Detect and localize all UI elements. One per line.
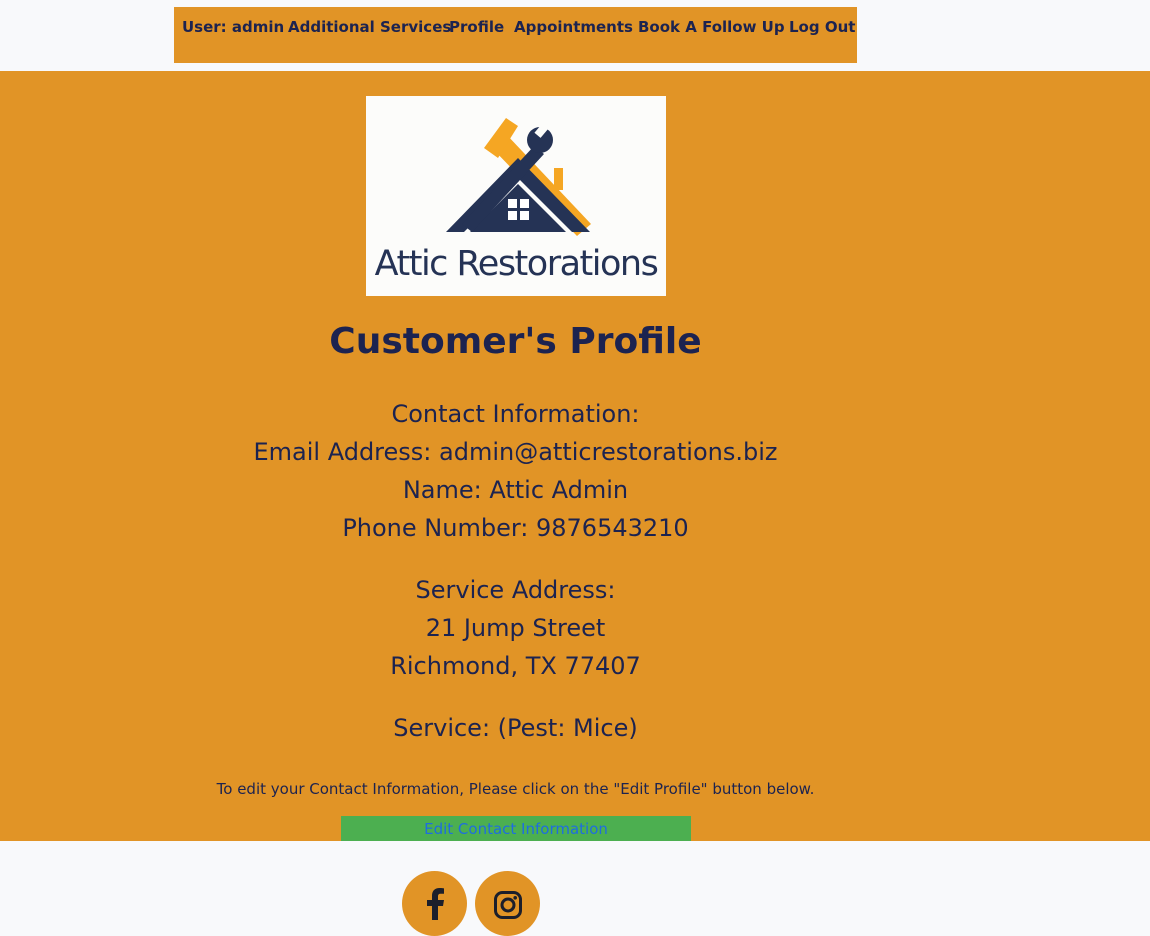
- logo-text: Attic Restorations: [374, 244, 659, 284]
- facebook-icon: [427, 888, 444, 920]
- nav-log-out[interactable]: Log Out: [789, 18, 855, 36]
- contact-heading: Contact Information:: [391, 400, 640, 428]
- edit-contact-information-button[interactable]: Edit Contact Information: [341, 816, 691, 841]
- house-hammer-wrench-logo-icon: [446, 118, 591, 236]
- nav-user[interactable]: User: admin: [182, 18, 284, 36]
- phone-number: Phone Number: 9876543210: [342, 514, 689, 542]
- page-title: Customer's Profile: [329, 321, 702, 362]
- nav-appointments[interactable]: Appointments: [514, 18, 633, 36]
- main-content: Attic Restorations Customer's Profile Co…: [0, 71, 1150, 841]
- city-state-zip: Richmond, TX 77407: [390, 652, 641, 680]
- facebook-link[interactable]: [402, 871, 467, 936]
- top-bar: User: admin Additional Services Profile …: [0, 0, 1150, 71]
- email-address: Email Address: admin@atticrestorations.b…: [253, 438, 778, 466]
- nav-book-follow-up[interactable]: Book A Follow Up: [638, 18, 785, 36]
- instagram-icon: [494, 891, 522, 919]
- edit-hint-text: To edit your Contact Information, Please…: [216, 780, 815, 798]
- service-type: Service: (Pest: Mice): [393, 714, 638, 742]
- customer-name: Name: Attic Admin: [402, 476, 629, 504]
- instagram-link[interactable]: [475, 871, 540, 936]
- nav-bar: User: admin Additional Services Profile …: [174, 7, 857, 63]
- nav-additional-services[interactable]: Additional Services: [288, 18, 451, 36]
- service-address-heading: Service Address:: [415, 576, 616, 604]
- company-logo: Attic Restorations: [366, 96, 666, 296]
- street-address: 21 Jump Street: [425, 614, 606, 642]
- nav-profile[interactable]: Profile: [449, 18, 504, 36]
